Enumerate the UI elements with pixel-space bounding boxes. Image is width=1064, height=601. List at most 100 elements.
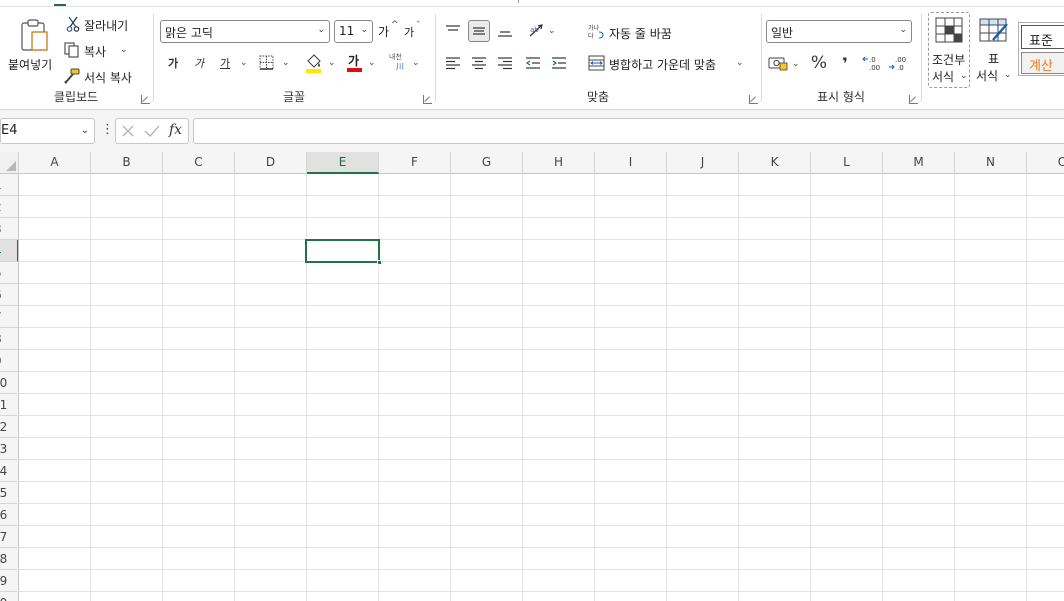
svg-text:ab: ab: [530, 26, 539, 34]
column-header-f[interactable]: F: [379, 152, 451, 173]
column-header-e[interactable]: E: [307, 152, 379, 174]
font-color-dropdown-icon[interactable]: ⌄: [368, 58, 376, 68]
font-color-button[interactable]: 가: [346, 52, 364, 74]
row-header-3[interactable]: 3: [0, 218, 18, 240]
borders-button[interactable]: [258, 54, 276, 72]
paste-button[interactable]: 붙여넣기: [6, 14, 58, 76]
row-header-15[interactable]: 15: [0, 482, 17, 504]
row-header-19[interactable]: 19: [0, 570, 17, 592]
underline-dropdown-icon[interactable]: ⌄: [240, 58, 248, 68]
accounting-format-button[interactable]: [768, 54, 790, 74]
cancel-icon[interactable]: [121, 124, 135, 138]
font-dialog-launcher-icon[interactable]: [423, 95, 432, 104]
column-header-j[interactable]: J: [667, 152, 739, 173]
align-bottom-button[interactable]: [494, 20, 516, 42]
column-header-a[interactable]: A: [19, 152, 91, 173]
name-box[interactable]: E4 ⌄: [0, 118, 95, 144]
align-middle-button[interactable]: [468, 20, 490, 42]
row-header-11[interactable]: 11: [0, 394, 17, 416]
row-header-20[interactable]: 20: [0, 592, 17, 601]
column-header-d[interactable]: D: [235, 152, 307, 173]
format-as-table-button[interactable]: 표 서식 ⌄: [974, 12, 1016, 88]
row-header-1[interactable]: 1: [0, 174, 18, 196]
row-header-6[interactable]: 6: [0, 284, 18, 306]
row-header-13[interactable]: 13: [0, 438, 17, 460]
active-cell-e4[interactable]: [305, 239, 382, 265]
fill-color-button[interactable]: [304, 52, 324, 74]
row-header-18[interactable]: 18: [0, 548, 17, 570]
number-format-select[interactable]: 일반 ⌄: [766, 20, 912, 43]
row-header-5[interactable]: 5: [0, 262, 18, 284]
row-header-4[interactable]: 4: [0, 240, 18, 262]
format-as-table-icon: [979, 18, 1008, 42]
decrease-decimal-button[interactable]: .00 .0: [888, 54, 910, 74]
column-header-o[interactable]: O: [1027, 152, 1064, 173]
row-header-10[interactable]: 10: [0, 372, 17, 394]
shrink-font-button[interactable]: 가 ˇ: [404, 21, 426, 42]
align-top-button[interactable]: [442, 20, 464, 42]
comma-style-label: ❜: [842, 53, 848, 73]
align-left-button[interactable]: [442, 52, 464, 74]
column-header-g[interactable]: G: [451, 152, 523, 173]
row-header-7[interactable]: 7: [0, 306, 18, 328]
orientation-button[interactable]: ab: [526, 20, 548, 42]
column-header-n[interactable]: N: [955, 152, 1027, 173]
row-header-9[interactable]: 9: [0, 350, 18, 372]
alignment-dialog-launcher-icon[interactable]: [749, 95, 758, 104]
font-size-select[interactable]: 11 ⌄: [334, 20, 373, 43]
column-header-l[interactable]: L: [811, 152, 883, 173]
comma-style-button[interactable]: ❜: [834, 52, 856, 74]
merge-center-button[interactable]: 병합하고 가운데 맞춤 ⌄: [588, 54, 748, 74]
style-normal-swatch[interactable]: 표준: [1021, 25, 1064, 49]
conditional-formatting-button[interactable]: 조건부 서식 ⌄: [928, 12, 970, 88]
decrease-indent-button[interactable]: [522, 52, 544, 74]
align-center-button[interactable]: [468, 52, 490, 74]
increase-decimal-button[interactable]: .0 .00: [862, 54, 884, 74]
enter-check-icon[interactable]: [144, 124, 160, 138]
row-header-16[interactable]: 16: [0, 504, 17, 526]
percent-style-label: %: [810, 53, 828, 73]
row-header-8[interactable]: 8: [0, 328, 18, 350]
column-header-m[interactable]: M: [883, 152, 955, 173]
underline-label: 가: [219, 57, 231, 70]
borders-dropdown-icon[interactable]: ⌄: [282, 58, 290, 68]
font-name-select[interactable]: 맑은 고딕 ⌄: [160, 20, 330, 43]
merge-center-dropdown-icon[interactable]: ⌄: [736, 58, 744, 68]
phonetic-guide-button[interactable]: 내천 川: [388, 52, 410, 74]
clipboard-dialog-launcher-icon[interactable]: [141, 95, 150, 104]
bold-button[interactable]: 가: [162, 52, 184, 74]
column-header-i[interactable]: I: [595, 152, 667, 173]
wrap-text-button[interactable]: 가나 다 자동 줄 바꿈: [588, 22, 688, 42]
grow-font-button[interactable]: 가 ^: [378, 20, 400, 42]
increase-indent-button[interactable]: [548, 52, 570, 74]
row-header-12[interactable]: 12: [0, 416, 17, 438]
copy-dropdown-icon[interactable]: ⌄: [120, 45, 128, 55]
style-calculation-swatch[interactable]: 계산: [1021, 52, 1064, 74]
column-header-h[interactable]: H: [523, 152, 595, 173]
italic-button[interactable]: 가: [188, 52, 210, 74]
select-all-button[interactable]: [0, 152, 19, 174]
column-header-b[interactable]: B: [91, 152, 163, 173]
accounting-dropdown-icon[interactable]: ⌄: [792, 59, 800, 69]
underline-button[interactable]: 가: [214, 52, 236, 74]
row-header-14[interactable]: 14: [0, 460, 17, 482]
fill-handle[interactable]: [377, 260, 382, 265]
copy-button[interactable]: 복사 ⌄: [64, 40, 144, 60]
column-header-k[interactable]: K: [739, 152, 811, 173]
orientation-dropdown-icon[interactable]: ⌄: [548, 26, 556, 36]
column-header-c[interactable]: C: [163, 152, 235, 173]
phonetic-dropdown-icon[interactable]: ⌄: [412, 58, 420, 68]
cell-area[interactable]: [19, 174, 1064, 601]
name-box-dropdown-icon[interactable]: ⌄: [81, 125, 89, 136]
cut-button[interactable]: 잘라내기: [64, 14, 144, 34]
formula-input[interactable]: [193, 118, 1064, 144]
number-dialog-launcher-icon[interactable]: [909, 95, 918, 104]
percent-style-button[interactable]: %: [808, 52, 830, 74]
row-header-17[interactable]: 17: [0, 526, 17, 548]
fill-color-dropdown-icon[interactable]: ⌄: [328, 58, 336, 68]
more-options-icon[interactable]: ⋮: [101, 122, 114, 137]
format-painter-button[interactable]: 서식 복사: [64, 66, 144, 86]
align-right-button[interactable]: [494, 52, 516, 74]
insert-function-icon[interactable]: fx: [169, 122, 182, 138]
row-header-2[interactable]: 2: [0, 196, 18, 218]
